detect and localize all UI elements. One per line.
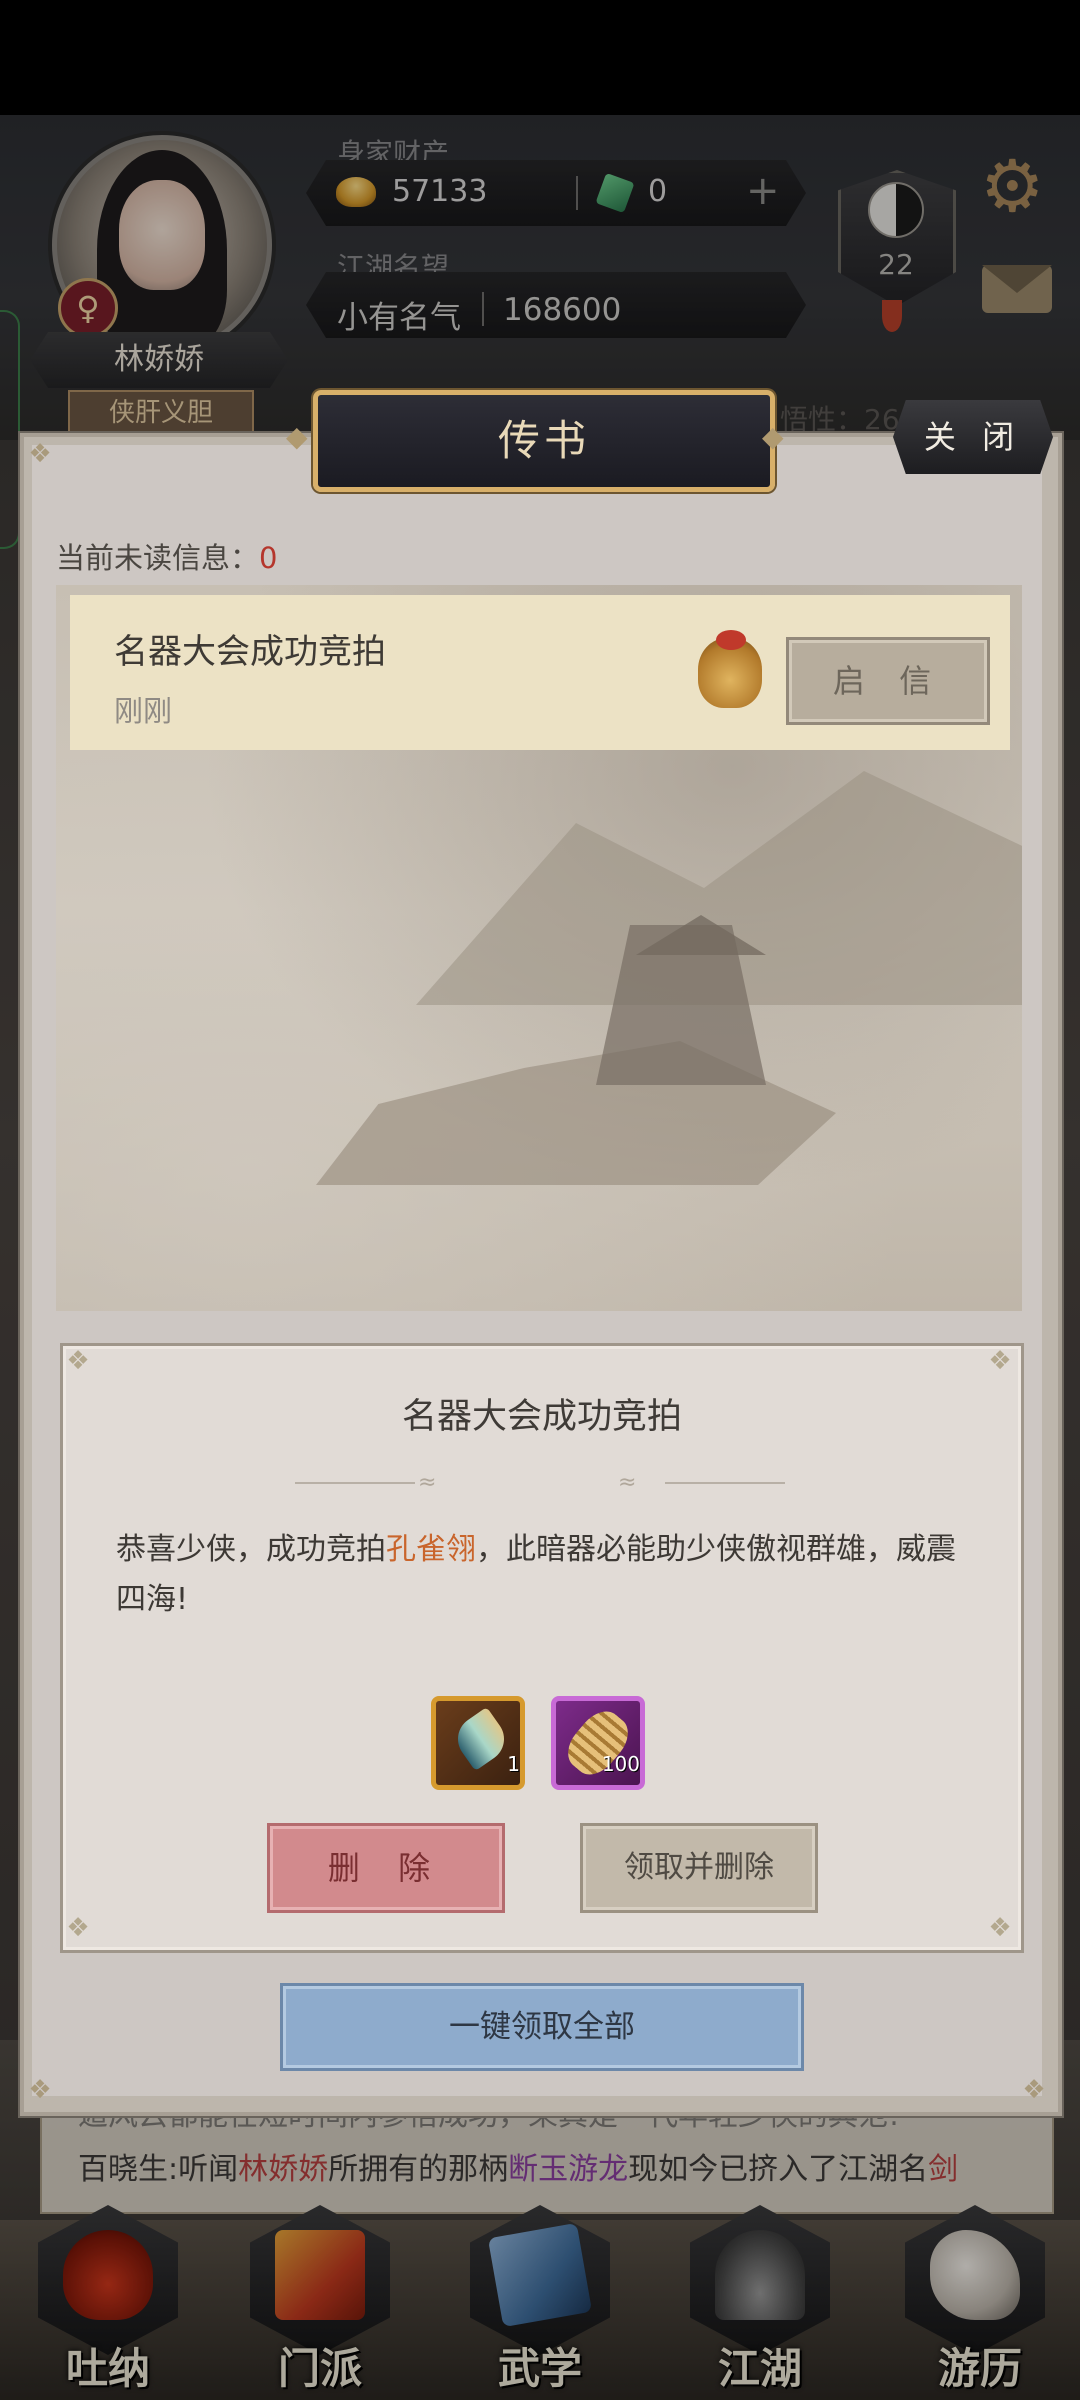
unread-count: 0: [259, 541, 278, 575]
title-ornament-left: ◆: [286, 420, 308, 453]
status-bar: [0, 0, 1080, 115]
claim-all-button[interactable]: 一键领取全部: [280, 1983, 804, 2071]
detail-body-prefix: 恭喜少侠，成功竞拍: [116, 1532, 386, 1567]
corner-ornament: ❖: [988, 1913, 1012, 1943]
message-time: 刚刚: [114, 694, 173, 728]
delete-button[interactable]: 删 除: [267, 1823, 505, 1913]
unread-label: 当前未读信息：: [56, 541, 260, 575]
claim-and-delete-button[interactable]: 领取并删除: [580, 1823, 818, 1913]
corner-ornament: ❖: [1022, 2075, 1046, 2105]
divider-line: [665, 1482, 785, 1484]
divider-ornament: ≈: [418, 1470, 437, 1495]
close-button[interactable]: 关 闭: [893, 400, 1053, 474]
message-title: 名器大会成功竞拍: [114, 632, 386, 672]
detail-body: 恭喜少侠，成功竞拍孔雀翎，此暗器必能助少侠傲视群雄，威震四海!: [116, 1525, 976, 1625]
detail-item-name: 孔雀翎: [386, 1532, 476, 1567]
corner-ornament: ❖: [66, 1346, 90, 1376]
divider-ornament: ≈: [618, 1470, 637, 1495]
reward-count: 1: [507, 1752, 520, 1776]
detail-title: 名器大会成功竞拍: [401, 1397, 682, 1437]
open-letter-button[interactable]: 启 信: [786, 637, 990, 725]
corner-ornament: ❖: [988, 1346, 1012, 1376]
corner-ornament: ❖: [28, 439, 52, 469]
unread-counter: 当前未读信息：0: [56, 535, 277, 577]
modal-title: 传书: [497, 416, 590, 465]
corner-ornament: ❖: [66, 1913, 90, 1943]
corner-ornament: ❖: [28, 2075, 52, 2105]
reward-count: 100: [601, 1752, 640, 1776]
divider-line: [295, 1482, 415, 1484]
pouch-knot: [716, 630, 746, 650]
